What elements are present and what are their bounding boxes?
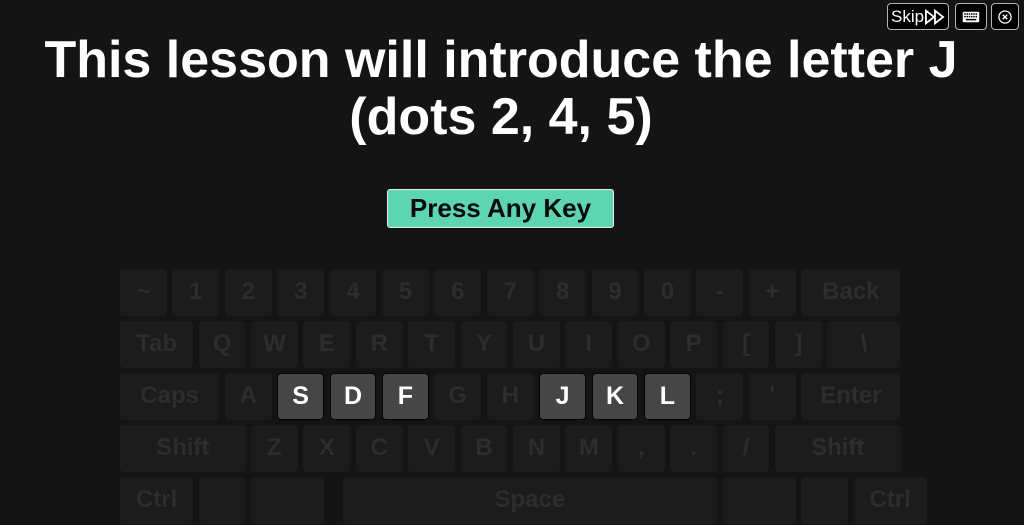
lesson-title-line1: This lesson will introduce the letter J xyxy=(44,31,958,89)
key-0[interactable]: 0 xyxy=(644,269,691,316)
key-k[interactable]: K xyxy=(591,373,639,420)
key-4[interactable]: 4 xyxy=(329,269,377,316)
key-s[interactable]: S xyxy=(277,373,325,420)
key-c91[interactable]: [ xyxy=(722,321,770,368)
key-caps[interactable]: Caps xyxy=(120,373,220,420)
key-t[interactable]: T xyxy=(408,321,456,368)
key-ctrl[interactable]: Ctrl xyxy=(853,477,927,524)
key-8[interactable]: 8 xyxy=(539,269,587,316)
key-blank[interactable] xyxy=(722,477,796,524)
key-v[interactable]: V xyxy=(408,425,456,472)
key-a[interactable]: A xyxy=(224,373,272,420)
key-y[interactable]: Y xyxy=(460,321,508,368)
key-i[interactable]: I xyxy=(565,321,613,368)
key-c59[interactable]: ; xyxy=(696,373,744,420)
key-c45[interactable]: - xyxy=(696,269,744,316)
key-r[interactable]: R xyxy=(355,321,403,368)
key-c47[interactable]: / xyxy=(722,425,770,472)
key-o[interactable]: O xyxy=(617,321,665,368)
skip-label: Skip xyxy=(891,6,925,26)
key-space[interactable]: Space xyxy=(342,477,718,524)
key-c46[interactable]: . xyxy=(670,425,718,472)
key-h[interactable]: H xyxy=(486,373,534,420)
key-d[interactable]: D xyxy=(329,373,377,420)
key-b[interactable]: B xyxy=(460,425,508,472)
key-c126[interactable]: ~ xyxy=(120,269,167,316)
keyboard-toggle-button[interactable] xyxy=(955,3,987,30)
key-blank[interactable] xyxy=(198,477,246,524)
key-blank[interactable] xyxy=(801,477,849,524)
keyboard-icon xyxy=(962,11,980,22)
key-f[interactable]: F xyxy=(382,373,429,420)
key-e[interactable]: E xyxy=(303,321,351,368)
key-l[interactable]: L xyxy=(644,373,691,420)
key-q[interactable]: Q xyxy=(198,321,246,368)
key-6[interactable]: 6 xyxy=(434,269,482,316)
key-c93[interactable]: ] xyxy=(775,321,822,368)
key-shift[interactable]: Shift xyxy=(775,425,901,472)
key-2[interactable]: 2 xyxy=(224,269,272,316)
key-c43[interactable]: + xyxy=(748,269,796,316)
key-g[interactable]: G xyxy=(434,373,482,420)
key-1[interactable]: 1 xyxy=(172,269,220,316)
close-circle-icon xyxy=(998,9,1012,24)
key-back[interactable]: Back xyxy=(801,269,901,316)
key-9[interactable]: 9 xyxy=(591,269,639,316)
key-blank[interactable] xyxy=(251,477,325,524)
key-n[interactable]: N xyxy=(513,425,560,472)
fast-forward-icon xyxy=(925,8,945,25)
key-shift[interactable]: Shift xyxy=(120,425,246,472)
key-ctrl[interactable]: Ctrl xyxy=(120,477,194,524)
press-any-key-button[interactable]: Press Any Key xyxy=(387,189,614,228)
key-tab[interactable]: Tab xyxy=(120,321,194,368)
key-3[interactable]: 3 xyxy=(277,269,325,316)
key-m[interactable]: M xyxy=(565,425,613,472)
key-z[interactable]: Z xyxy=(251,425,298,472)
key-u[interactable]: U xyxy=(513,321,560,368)
key-c[interactable]: C xyxy=(355,425,403,472)
key-enter[interactable]: Enter xyxy=(801,373,901,420)
key-c39[interactable]: ' xyxy=(748,373,796,420)
key-c92[interactable]: \ xyxy=(827,321,901,368)
close-button[interactable] xyxy=(991,3,1019,30)
key-j[interactable]: J xyxy=(539,373,587,420)
key-c44[interactable]: , xyxy=(617,425,665,472)
lesson-title: This lesson will introduce the letter J … xyxy=(0,32,1002,146)
key-7[interactable]: 7 xyxy=(486,269,534,316)
key-x[interactable]: X xyxy=(303,425,351,472)
key-w[interactable]: W xyxy=(251,321,298,368)
skip-button[interactable]: Skip xyxy=(887,3,949,30)
key-p[interactable]: P xyxy=(670,321,718,368)
key-5[interactable]: 5 xyxy=(382,269,429,316)
lesson-title-line2: (dots 2, 4, 5) xyxy=(349,88,653,146)
